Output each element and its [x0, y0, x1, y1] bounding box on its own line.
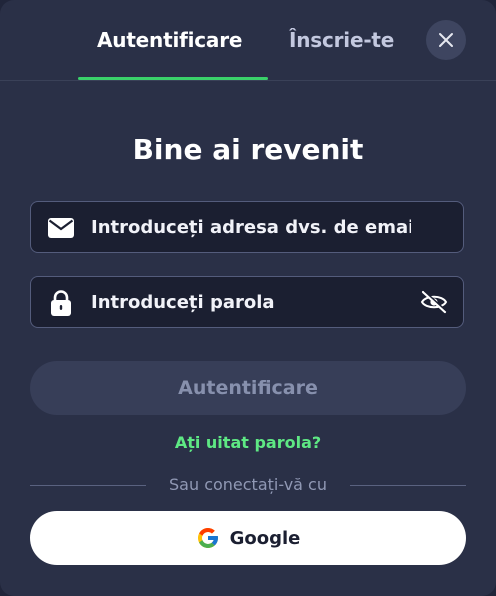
- tab-bar: Autentificare Înscrie-te: [0, 0, 496, 81]
- login-button[interactable]: Autentificare: [30, 361, 466, 415]
- active-tab-indicator: [78, 77, 268, 80]
- email-field: [30, 201, 464, 253]
- google-login-button[interactable]: Google: [30, 511, 466, 565]
- social-divider: Sau conectați-vă cu: [30, 474, 466, 496]
- forgot-password-link[interactable]: Ați uitat parola?: [0, 433, 496, 452]
- password-visibility-toggle[interactable]: [419, 288, 449, 316]
- lock-icon: [48, 290, 74, 316]
- page-title: Bine ai revenit: [132, 133, 364, 166]
- envelope-icon: [48, 215, 74, 241]
- google-logo-icon: [197, 528, 218, 548]
- divider-line-right: [350, 485, 466, 486]
- google-button-label: Google: [229, 527, 301, 549]
- close-button[interactable]: [426, 20, 466, 60]
- email-input[interactable]: [91, 202, 411, 252]
- close-icon: [439, 33, 453, 47]
- password-field: [30, 276, 464, 328]
- password-input[interactable]: [91, 277, 411, 327]
- auth-modal: Autentificare Înscrie-te Bine ai revenit: [0, 0, 496, 596]
- tab-login[interactable]: Autentificare: [97, 28, 242, 52]
- eye-off-icon: [420, 290, 448, 314]
- tab-signup[interactable]: Înscrie-te: [289, 28, 394, 52]
